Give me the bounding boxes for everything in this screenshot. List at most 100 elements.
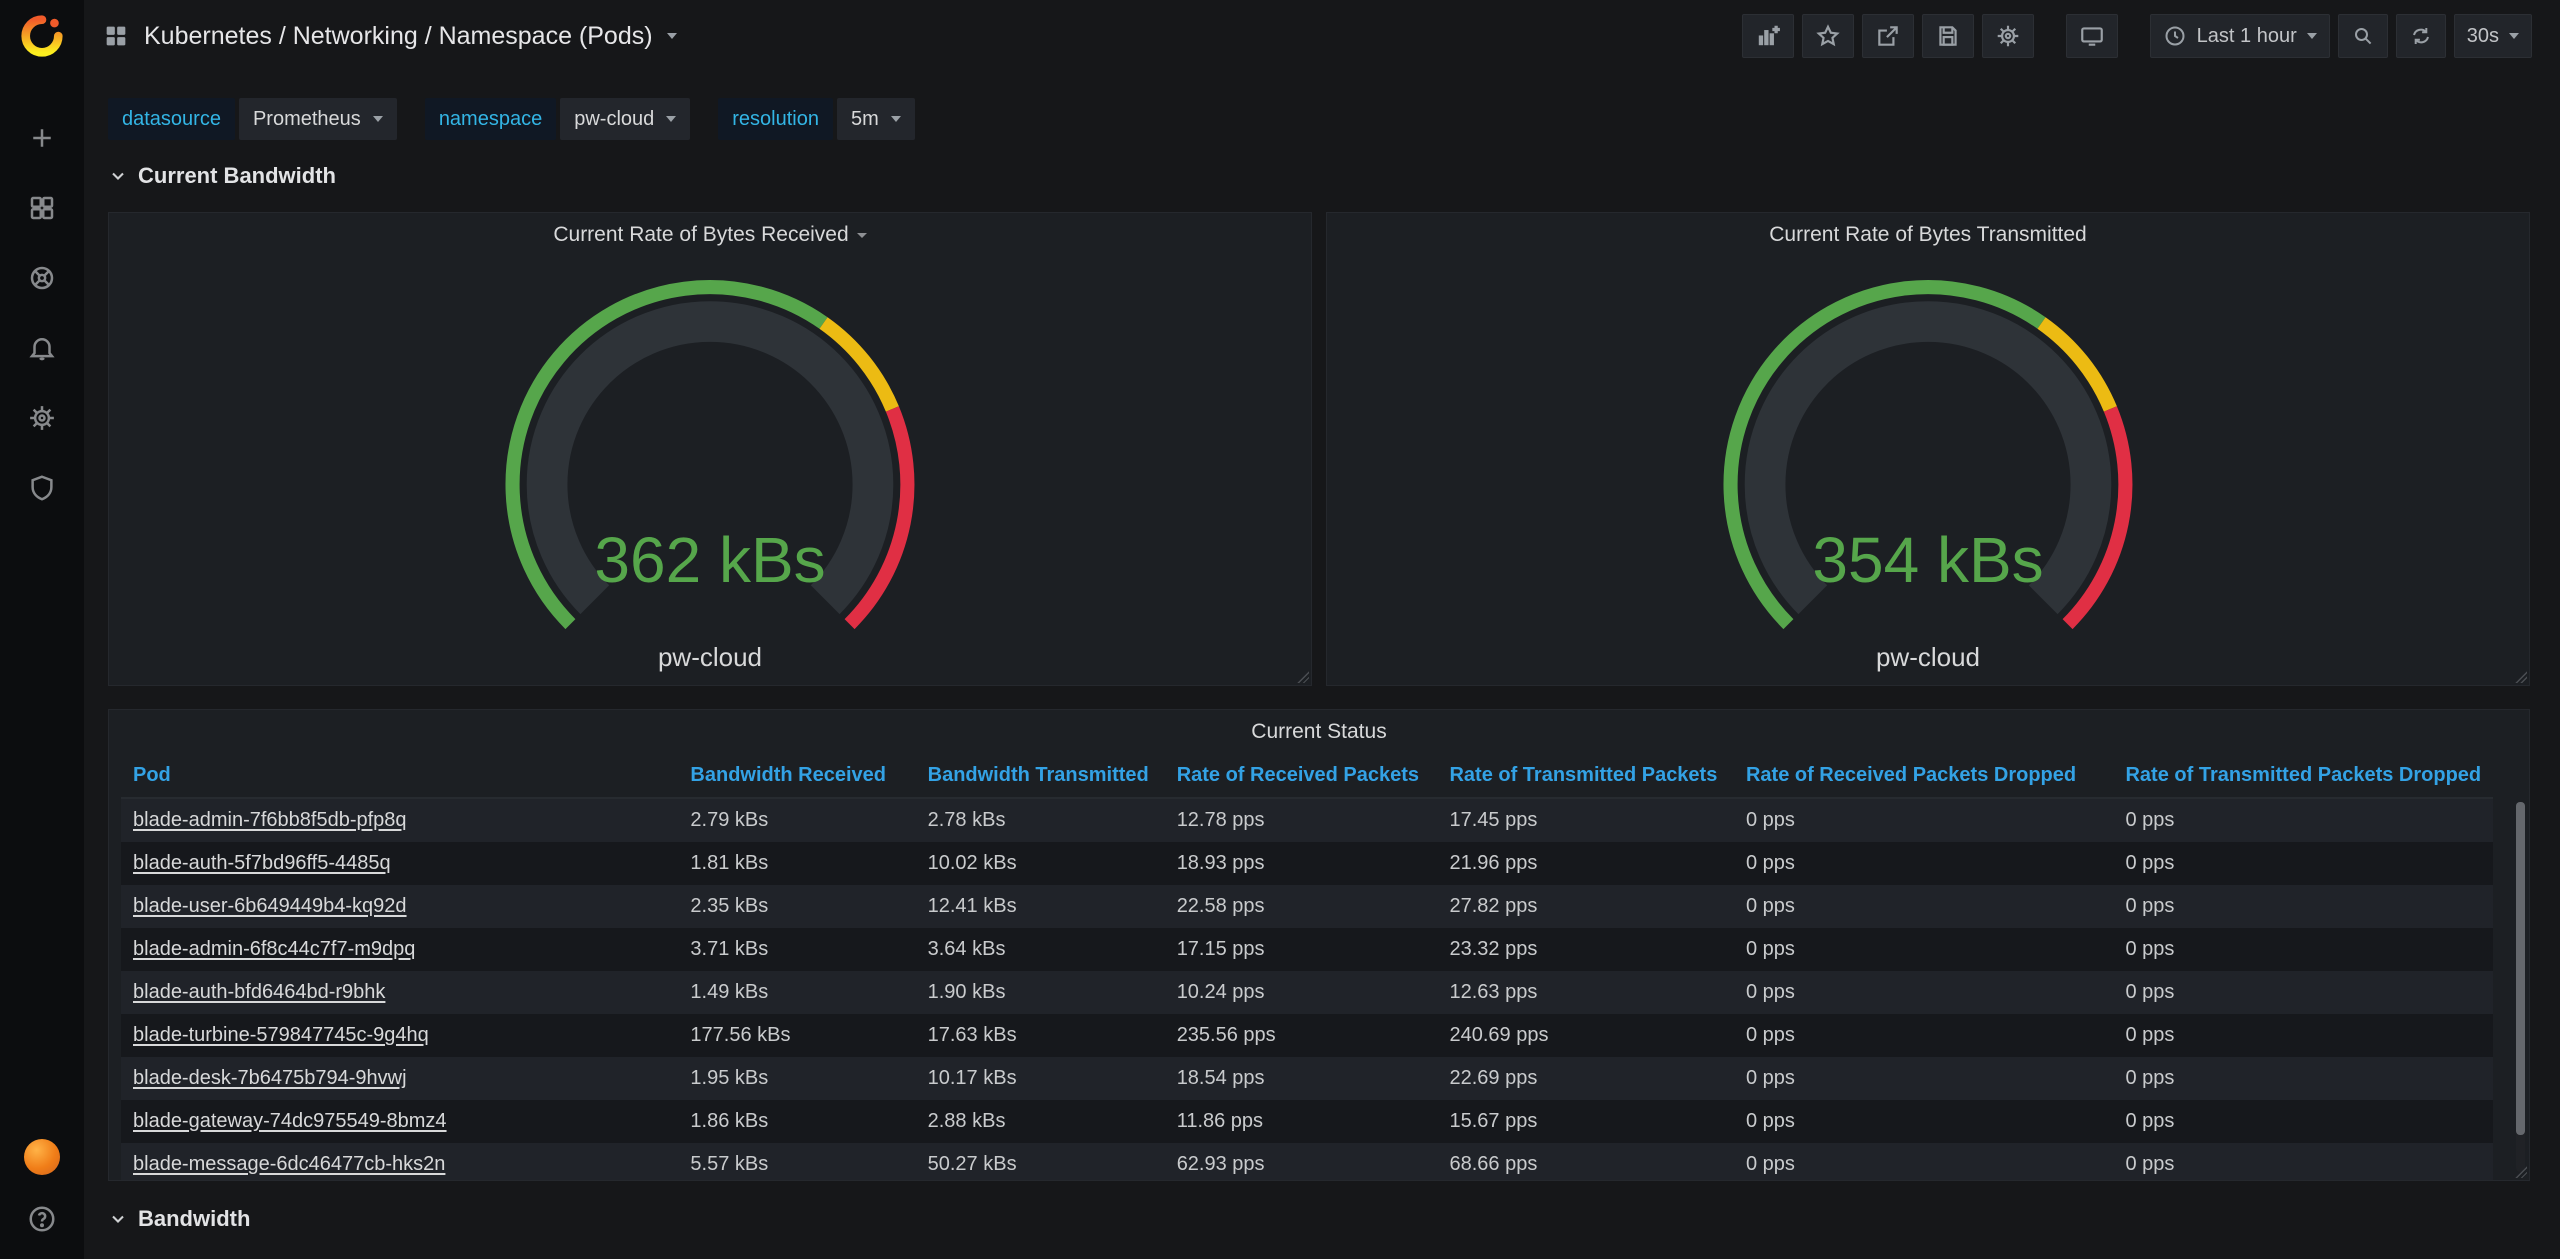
- table-cell: 1.49 kBs: [678, 971, 915, 1014]
- dashboard-settings-button[interactable]: [1982, 14, 2034, 58]
- refresh-icon: [2409, 24, 2433, 48]
- table-cell: 2.88 kBs: [916, 1100, 1165, 1143]
- title-caret-icon[interactable]: [667, 33, 677, 39]
- panel-title[interactable]: Current Rate of Bytes Received: [109, 223, 1311, 247]
- pod-link[interactable]: blade-turbine-579847745c-9g4hq: [133, 1024, 429, 1046]
- resolution-select[interactable]: 5m: [837, 98, 915, 140]
- sidebar-item-create[interactable]: [22, 118, 62, 158]
- pod-link[interactable]: blade-message-6dc46477cb-hks2n: [133, 1153, 445, 1175]
- sidebar-item-server-admin[interactable]: [22, 468, 62, 508]
- table-cell: 0 pps: [1734, 842, 2114, 885]
- shield-icon: [27, 473, 57, 503]
- chevron-down-icon: [891, 116, 901, 122]
- pod-link[interactable]: blade-auth-5f7bd96ff5-4485q: [133, 852, 391, 874]
- star-icon: [1815, 23, 1841, 49]
- column-header[interactable]: Rate of Transmitted Packets: [1437, 754, 1734, 798]
- pod-cell: blade-turbine-579847745c-9g4hq: [121, 1014, 678, 1057]
- table-cell: 0 pps: [1734, 1014, 2114, 1057]
- sidebar-item-configuration[interactable]: [22, 398, 62, 438]
- section-bandwidth[interactable]: Bandwidth: [108, 1197, 2530, 1241]
- table-cell: 0 pps: [1734, 1057, 2114, 1100]
- table-cell: 0 pps: [1734, 971, 2114, 1014]
- sidebar-item-dashboards[interactable]: [22, 188, 62, 228]
- table-cell: 11.86 pps: [1165, 1100, 1438, 1143]
- sidebar-item-help[interactable]: [22, 1199, 62, 1239]
- cycle-view-button[interactable]: [2066, 14, 2118, 58]
- table-cell: 235.56 pps: [1165, 1014, 1438, 1057]
- table-cell: 1.86 kBs: [678, 1100, 915, 1143]
- gauge-series-label: pw-cloud: [109, 642, 1311, 673]
- save-button[interactable]: [1922, 14, 1974, 58]
- table-cell: 17.63 kBs: [916, 1014, 1165, 1057]
- pod-link[interactable]: blade-gateway-74dc975549-8bmz4: [133, 1110, 447, 1132]
- pod-cell: blade-auth-5f7bd96ff5-4485q: [121, 842, 678, 885]
- table-cell: 62.93 pps: [1165, 1143, 1438, 1181]
- table-cell: 17.45 pps: [1437, 798, 1734, 842]
- sidebar-item-alerting[interactable]: [22, 328, 62, 368]
- table-cell: 0 pps: [2113, 1100, 2493, 1143]
- panel-title[interactable]: Current Rate of Bytes Transmitted: [1327, 223, 2529, 247]
- column-header[interactable]: Pod: [121, 754, 678, 798]
- add-panel-button[interactable]: [1742, 14, 1794, 58]
- star-button[interactable]: [1802, 14, 1854, 58]
- table-row: blade-admin-6f8c44c7f7-m9dpq3.71 kBs3.64…: [121, 928, 2493, 971]
- refresh-interval-dropdown[interactable]: 30s: [2454, 14, 2532, 58]
- sidebar-item-profile[interactable]: [22, 1137, 62, 1177]
- share-button[interactable]: [1862, 14, 1914, 58]
- pod-cell: blade-user-6b649449b4-kq92d: [121, 885, 678, 928]
- table-cell: 0 pps: [2113, 1057, 2493, 1100]
- column-header[interactable]: Rate of Received Packets: [1165, 754, 1438, 798]
- scrollbar-thumb[interactable]: [2516, 802, 2525, 1135]
- save-icon: [1935, 23, 1961, 49]
- variable-label: resolution: [718, 98, 833, 140]
- table-cell: 22.69 pps: [1437, 1057, 1734, 1100]
- grafana-logo[interactable]: [18, 12, 66, 60]
- pod-link[interactable]: blade-admin-7f6bb8f5db-pfp8q: [133, 809, 407, 831]
- dashboard-grid-icon: [102, 22, 130, 50]
- pod-cell: blade-gateway-74dc975549-8bmz4: [121, 1100, 678, 1143]
- table-cell: 0 pps: [1734, 1143, 2114, 1181]
- panel-title-text: Current Status: [1251, 720, 1386, 744]
- section-current-bandwidth[interactable]: Current Bandwidth: [108, 154, 2530, 198]
- namespace-select[interactable]: pw-cloud: [560, 98, 690, 140]
- table-cell: 2.79 kBs: [678, 798, 915, 842]
- table-cell: 50.27 kBs: [916, 1143, 1165, 1181]
- table-cell: 17.15 pps: [1165, 928, 1438, 971]
- table-cell: 27.82 pps: [1437, 885, 1734, 928]
- datasource-select[interactable]: Prometheus: [239, 98, 397, 140]
- magnifier-icon: [2351, 24, 2375, 48]
- pod-cell: blade-admin-6f8c44c7f7-m9dpq: [121, 928, 678, 971]
- pod-link[interactable]: blade-desk-7b6475b794-9hvwj: [133, 1067, 407, 1089]
- pod-cell: blade-desk-7b6475b794-9hvwj: [121, 1057, 678, 1100]
- refresh-button[interactable]: [2396, 14, 2446, 58]
- zoom-out-button[interactable]: [2338, 14, 2388, 58]
- squares-grid-icon: [27, 193, 57, 223]
- pod-link[interactable]: blade-user-6b649449b4-kq92d: [133, 895, 407, 917]
- panel-title[interactable]: Current Status: [121, 710, 2517, 754]
- variable-namespace: namespace pw-cloud: [425, 98, 690, 140]
- variable-datasource: datasource Prometheus: [108, 98, 397, 140]
- table-cell: 10.02 kBs: [916, 842, 1165, 885]
- table-row: blade-admin-7f6bb8f5db-pfp8q2.79 kBs2.78…: [121, 798, 2493, 842]
- chevron-down-icon: [2509, 33, 2519, 39]
- table-cell: 12.63 pps: [1437, 971, 1734, 1014]
- sidebar: [0, 0, 84, 1259]
- table-cell: 12.78 pps: [1165, 798, 1438, 842]
- table-cell: 0 pps: [2113, 842, 2493, 885]
- table-cell: 0 pps: [1734, 798, 2114, 842]
- sidebar-item-explore[interactable]: [22, 258, 62, 298]
- column-header[interactable]: Bandwidth Transmitted: [916, 754, 1165, 798]
- column-header[interactable]: Rate of Received Packets Dropped: [1734, 754, 2114, 798]
- add-panel-icon: [1755, 23, 1781, 49]
- panel-menu-caret-icon[interactable]: [857, 233, 867, 238]
- table-scrollbar[interactable]: [2516, 802, 2525, 1172]
- table-row: blade-auth-5f7bd96ff5-4485q1.81 kBs10.02…: [121, 842, 2493, 885]
- dashboard-title[interactable]: Kubernetes / Networking / Namespace (Pod…: [144, 22, 653, 51]
- pod-link[interactable]: blade-admin-6f8c44c7f7-m9dpq: [133, 938, 415, 960]
- column-header[interactable]: Bandwidth Received: [678, 754, 915, 798]
- time-range-button[interactable]: Last 1 hour: [2150, 14, 2330, 58]
- variable-label: datasource: [108, 98, 235, 140]
- column-header[interactable]: Rate of Transmitted Packets Dropped: [2113, 754, 2493, 798]
- pod-link[interactable]: blade-auth-bfd6464bd-r9bhk: [133, 981, 385, 1003]
- variable-label: namespace: [425, 98, 556, 140]
